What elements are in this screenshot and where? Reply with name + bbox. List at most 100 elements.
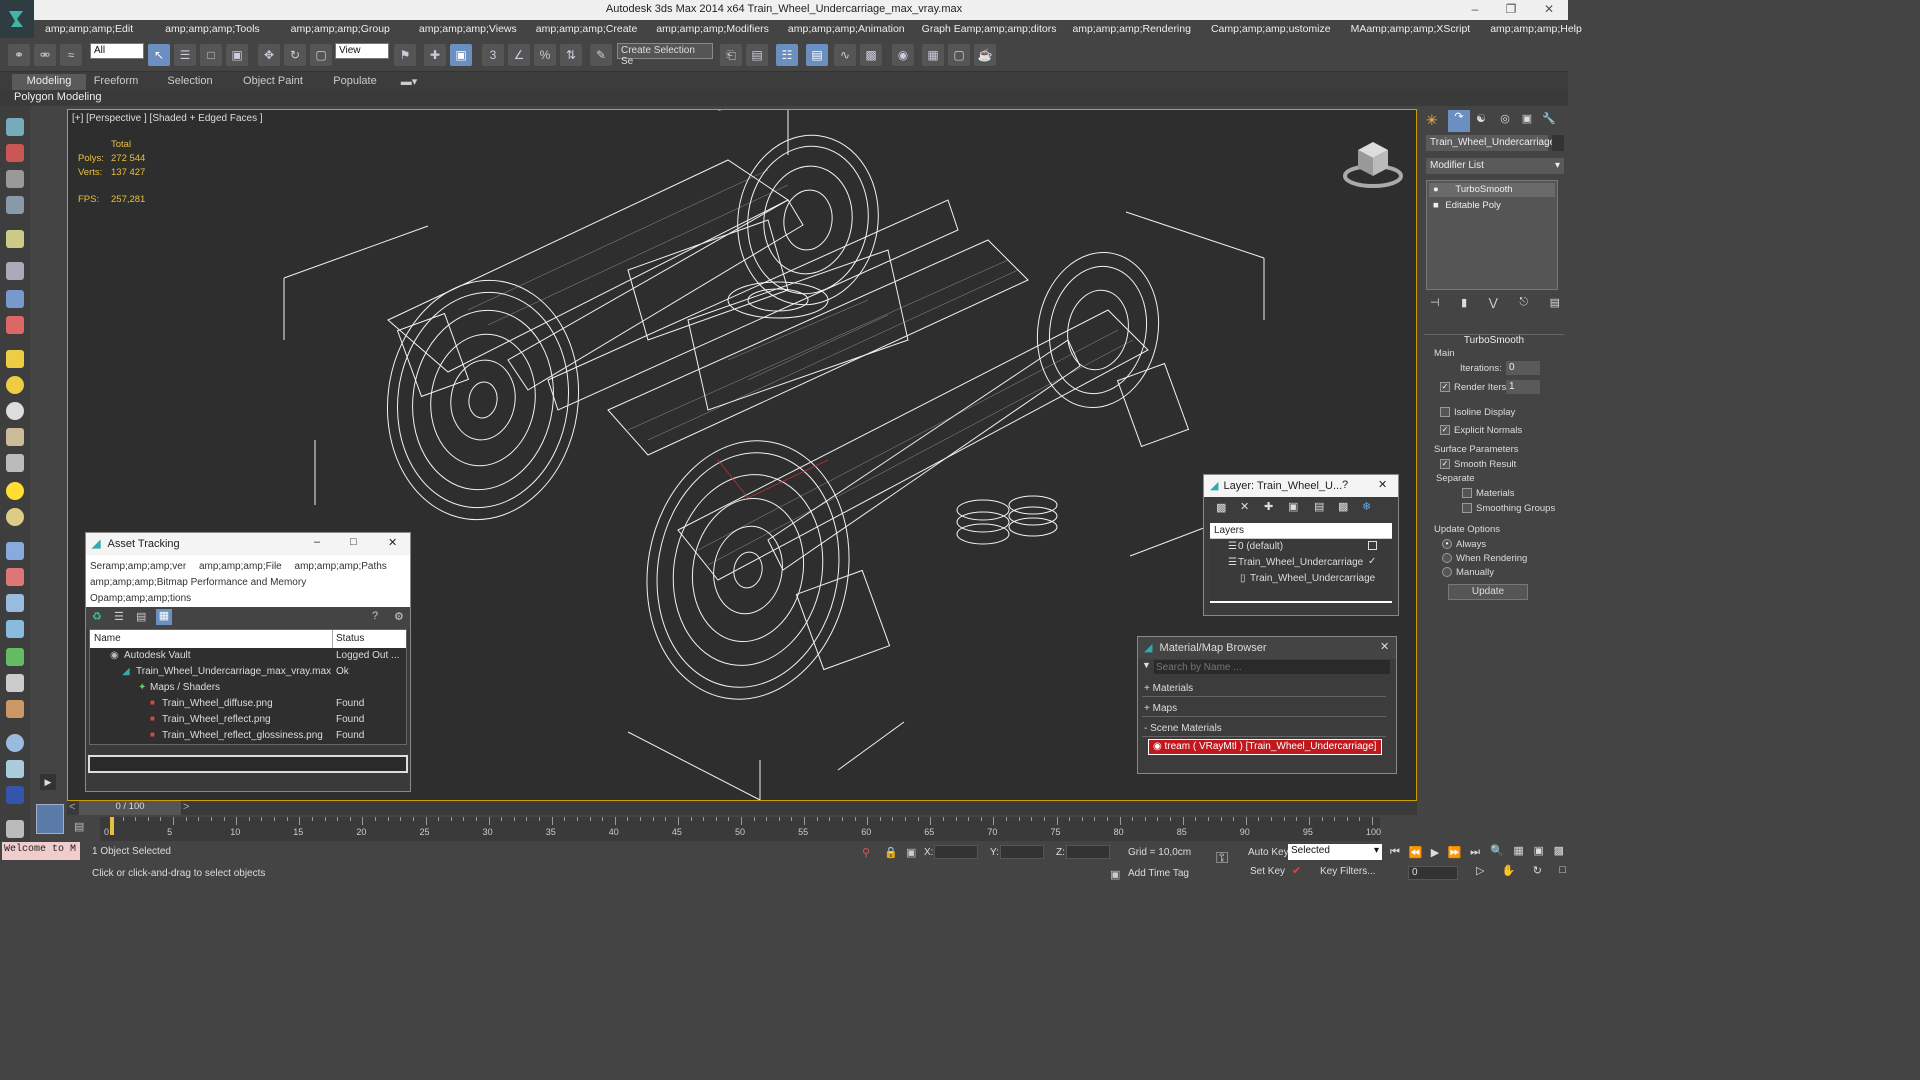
keyboard-shortcut-icon[interactable]: ▣ [450,44,472,66]
table-row[interactable]: ■ Train_Wheel_reflect.png Found [90,712,406,728]
menu-options[interactable]: Opamp;amp;amp;tions [90,591,406,607]
maxscript-listener[interactable]: Welcome to M [2,842,80,860]
hide-all-icon[interactable]: ▩ [1338,500,1348,513]
lightbulb-icon[interactable]: ● [1433,184,1439,195]
y-coordinate-field[interactable] [1000,845,1044,859]
curve-editor-icon[interactable]: ∿ [834,44,856,66]
utility-icon[interactable] [6,820,24,838]
tab-freeform[interactable]: Freeform [88,74,144,90]
col-status-header[interactable]: Status [336,633,364,644]
maps-section[interactable]: + Maps [1142,701,1386,717]
manually-radio[interactable] [1442,567,1452,578]
make-unique-icon[interactable]: ⋁ [1489,296,1498,310]
zoom-icon[interactable]: 🔍 [1490,844,1504,857]
ribbon-options-icon[interactable]: ▬▾ [398,74,420,90]
reactor-icon[interactable] [6,760,24,778]
current-layer-checkbox[interactable] [1368,541,1377,550]
table-view-icon[interactable]: ▤ [136,610,146,623]
scene-materials-section[interactable]: - Scene Materials [1142,721,1386,737]
schematic-view-icon[interactable]: ▩ [860,44,882,66]
reference-coord-dropdown[interactable]: View [335,43,389,59]
material-browser-header[interactable]: ◢ Material/Map Browser ✕ [1138,637,1396,659]
refresh-icon[interactable]: ♻ [92,610,102,623]
menu-customize[interactable]: Camp;amp;amp;ustomize [1211,20,1331,38]
hair-icon[interactable] [6,674,24,692]
render-iters-spinner[interactable]: 1 [1506,380,1540,394]
teapot-icon[interactable] [6,402,24,420]
current-frame-field[interactable]: 0 [1408,866,1458,880]
plant-icon[interactable] [6,648,24,666]
track-bar[interactable]: 0 5 10 15 20 25 30 35 40 45 50 55 60 65 70 75 80 85 90 95 10… [100,817,1381,841]
menu-views[interactable]: amp;amp;amp;Views [419,20,517,38]
absolute-mode-icon[interactable]: ▣ [906,846,916,859]
add-to-layer-icon[interactable]: ✚ [1264,500,1273,513]
named-selection-dropdown[interactable]: Create Selection Se [617,43,713,67]
align-icon[interactable]: ▤ [746,44,768,66]
checkmark-icon[interactable]: ✓ [1368,556,1376,567]
layer-row[interactable]: ☰ Train_Wheel_Undercarriage ✓ [1210,555,1392,571]
scale-icon[interactable]: ▢ [310,44,332,66]
spacewarp-icon[interactable] [6,316,24,334]
window-crossing-icon[interactable]: ▣ [226,44,248,66]
render-production-icon[interactable]: ☕ [974,44,996,66]
sun-icon[interactable] [6,482,24,500]
help-icon[interactable]: ? [372,610,378,622]
dynamics-icon[interactable] [6,568,24,586]
layers-header[interactable]: Layers [1210,523,1392,539]
highlight-layer-icon[interactable]: ▤ [1314,500,1324,513]
expand-arrow-icon[interactable]: ▶ [40,774,56,790]
always-radio[interactable]: • [1442,539,1452,550]
list-icon[interactable] [6,170,24,188]
time-slider[interactable]: < 0 / 100 > [67,801,1417,815]
iterations-spinner[interactable]: 0 [1506,361,1540,375]
new-layer-icon[interactable]: ▩ [1216,501,1226,514]
materials-checkbox[interactable] [1462,488,1472,499]
menu-maxscript[interactable]: MAamp;amp;amp;XScript [1351,20,1471,38]
unlink-icon[interactable]: ⚮ [34,44,56,66]
percent-snap-icon[interactable]: % [534,44,556,66]
close-icon[interactable]: ✕ [388,536,397,549]
zoom-all-icon[interactable]: ▦ [1513,844,1523,857]
chevron-down-icon[interactable]: ▼ [1142,660,1151,670]
stack-item-turbosmooth[interactable]: ● TurboSmooth [1429,183,1555,197]
close-button[interactable]: ✕ [1534,2,1564,18]
object-name-field[interactable]: Train_Wheel_Undercarriage [1426,135,1555,151]
display-tab-icon[interactable]: ▣ [1518,112,1536,130]
hierarchy-tab-icon[interactable]: ☯ [1472,112,1490,130]
current-time-marker[interactable] [110,817,114,835]
update-button[interactable]: Update [1448,584,1528,600]
tab-modeling[interactable]: Modeling [12,74,86,90]
menu-create[interactable]: amp;amp;amp;Create [536,20,638,38]
go-to-end-icon[interactable]: ⏭ [1470,846,1480,859]
snap-toggle-icon[interactable]: 3 [482,44,504,66]
tab-selection[interactable]: Selection [162,74,218,90]
camera-icon[interactable] [6,262,24,280]
render-setup-icon[interactable]: ▦ [922,44,944,66]
show-end-result-icon[interactable]: ▮ [1461,296,1467,310]
table-row[interactable]: ■ Train_Wheel_reflect_glossiness.png Fou… [90,728,406,744]
delete-layer-icon[interactable]: ✕ [1240,500,1249,513]
expand-icon[interactable]: ■ [1433,200,1439,211]
scene-material-item[interactable]: ◉ tream ( VRayMtl ) [Train_Wheel_Underca… [1148,739,1382,755]
menu-paths[interactable]: amp;amp;amp;Paths [295,561,387,572]
layer-manager-icon[interactable]: ☷ [776,44,798,66]
field-of-view-icon[interactable]: ▷ [1476,864,1484,877]
modifier-list-dropdown[interactable]: Modifier List ▾ [1426,158,1564,174]
rotate-icon[interactable]: ↻ [284,44,306,66]
isoline-checkbox[interactable] [1440,407,1450,418]
cloth-icon[interactable] [6,700,24,718]
create-tab-icon[interactable]: ✳ [1426,112,1444,130]
motion-tab-icon[interactable]: ◎ [1496,112,1514,130]
grid-icon[interactable] [6,196,24,214]
menu-server[interactable]: Seramp;amp;amp;ver [90,561,186,572]
light-bulb-icon[interactable] [6,230,24,248]
next-frame-button-icon[interactable]: ⏩ [1448,846,1462,859]
grass-icon[interactable] [6,428,24,446]
menu-animation[interactable]: amp;amp;amp;Animation [788,20,905,38]
pan-icon[interactable]: ✋ [1502,864,1516,877]
cone-icon[interactable] [6,454,24,472]
edit-named-selection-icon[interactable]: ✎ [590,44,612,66]
settings-icon[interactable]: ⚙ [394,610,404,623]
x-coordinate-field[interactable] [934,845,978,859]
key-mode-dropdown[interactable]: Selected ▾ [1288,844,1382,860]
